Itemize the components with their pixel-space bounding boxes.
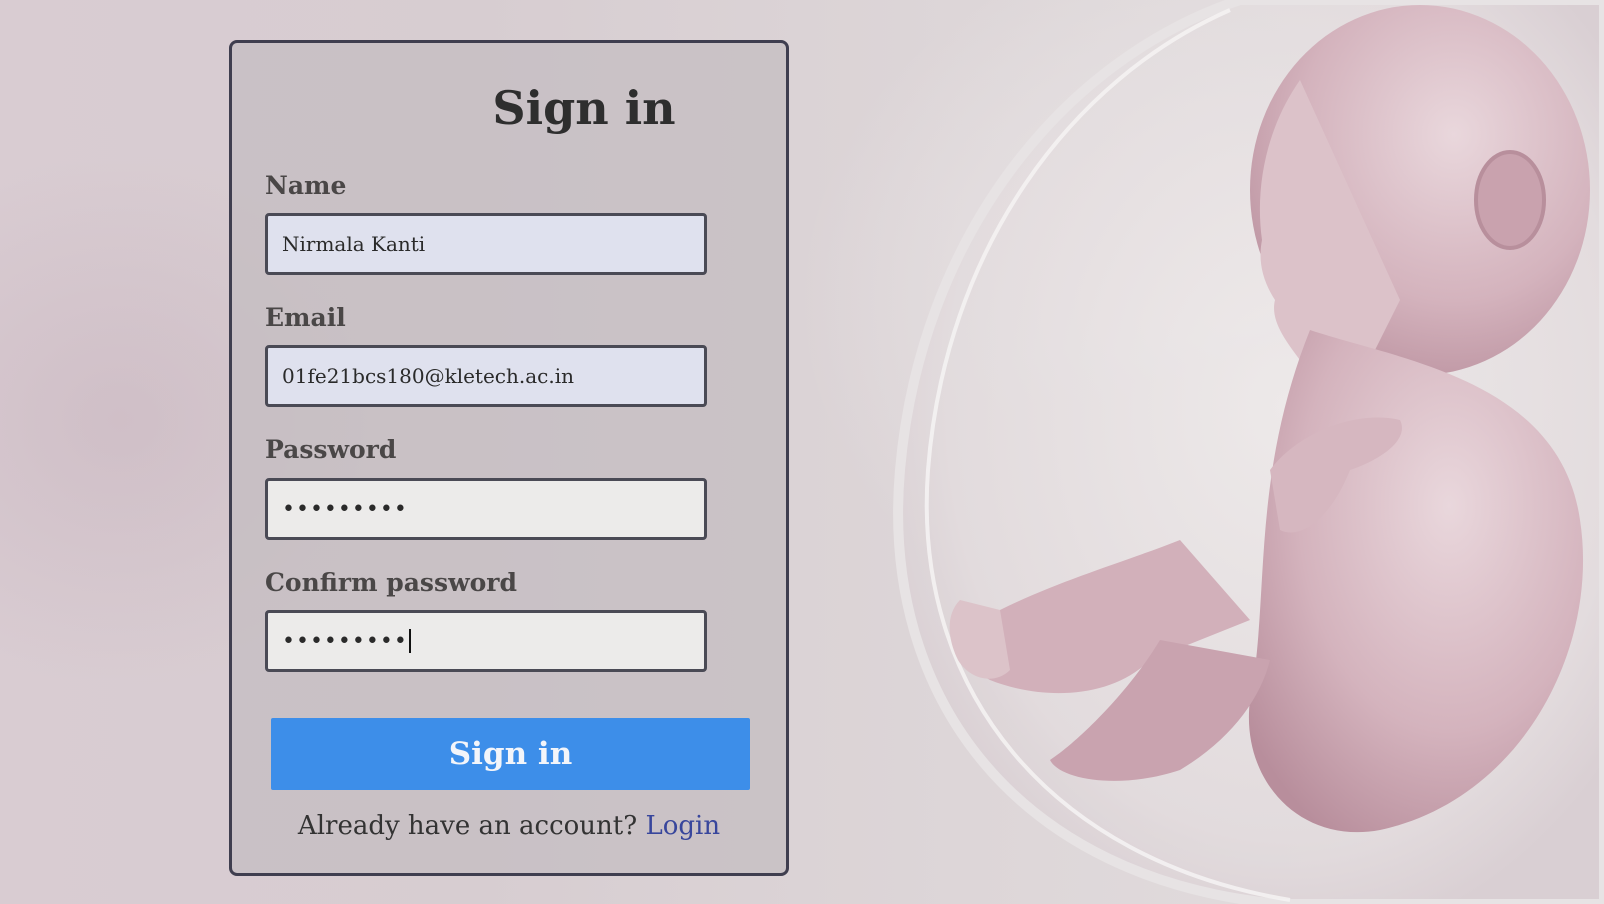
password-field[interactable]: ••••••••• — [265, 478, 707, 540]
sign-in-button[interactable]: Sign in — [271, 718, 750, 790]
confirm-password-label: Confirm password — [265, 568, 517, 597]
name-field[interactable]: Nirmala Kanti — [265, 213, 707, 275]
login-prompt: Already have an account? Login — [232, 811, 786, 841]
signup-page: Sign in Name Nirmala Kanti Email 01fe21b… — [0, 0, 1604, 904]
confirm-password-value: ••••••••• — [282, 628, 408, 654]
login-prompt-text: Already have an account? — [297, 811, 638, 841]
name-value: Nirmala Kanti — [282, 232, 426, 256]
signup-card: Sign in Name Nirmala Kanti Email 01fe21b… — [229, 40, 789, 876]
text-cursor — [408, 629, 411, 653]
password-value: ••••••••• — [282, 496, 408, 522]
email-field[interactable]: 01fe21bcs180@kletech.ac.in — [265, 345, 707, 407]
email-value: 01fe21bcs180@kletech.ac.in — [282, 364, 575, 388]
confirm-password-field[interactable]: ••••••••• — [265, 610, 707, 672]
name-label: Name — [265, 171, 347, 200]
password-label: Password — [265, 435, 397, 464]
page-title: Sign in — [492, 81, 676, 135]
login-link[interactable]: Login — [645, 811, 720, 841]
email-label: Email — [265, 303, 346, 332]
